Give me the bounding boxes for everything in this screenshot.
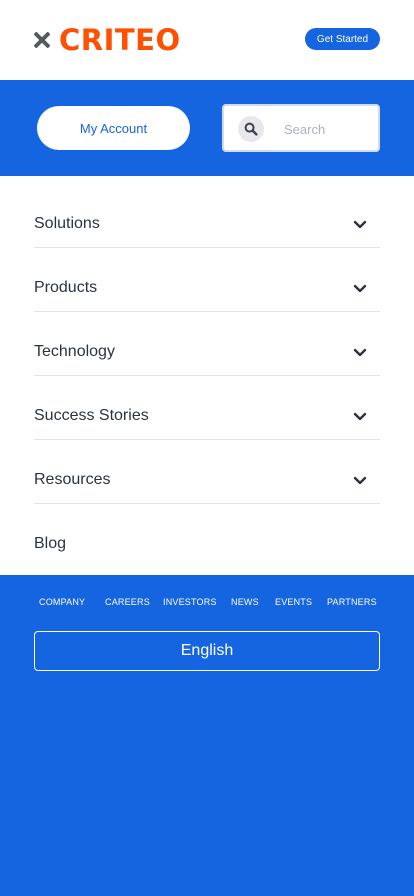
get-started-button[interactable]: Get Started [305, 28, 380, 50]
language-selector[interactable]: English [34, 631, 380, 671]
footer-link-investors[interactable]: INVESTORS [163, 597, 217, 607]
chevron-down-icon[interactable] [353, 282, 367, 296]
criteo-logo[interactable]: CRITEO [59, 23, 181, 57]
top-header: CRITEO Get Started [0, 0, 414, 80]
chevron-down-icon[interactable] [353, 346, 367, 360]
search-box[interactable] [222, 104, 380, 152]
main-menu: Solutions Products Technology Success St… [0, 176, 414, 575]
menu-item-blog[interactable]: Blog [34, 504, 380, 568]
menu-item-solutions[interactable]: Solutions [34, 184, 380, 248]
chevron-down-icon[interactable] [353, 474, 367, 488]
menu-item-label: Resources [34, 471, 111, 488]
footer-links: COMPANY CAREERS INVESTORS NEWS EVENTS PA… [0, 575, 414, 631]
footer-link-news[interactable]: NEWS [231, 597, 259, 607]
footer-link-company[interactable]: COMPANY [39, 597, 85, 607]
footer-link-careers[interactable]: CAREERS [105, 597, 150, 607]
menu-item-label: Blog [34, 535, 67, 552]
chevron-down-icon[interactable] [353, 410, 367, 424]
menu-item-technology[interactable]: Technology [34, 312, 380, 376]
account-search-bar: My Account [0, 80, 414, 176]
menu-item-success-stories[interactable]: Success Stories [34, 376, 380, 440]
menu-item-products[interactable]: Products [34, 248, 380, 312]
menu-item-label: Products [34, 279, 98, 296]
my-account-button[interactable]: My Account [37, 106, 190, 150]
search-input[interactable] [284, 118, 372, 140]
footer-link-events[interactable]: EVENTS [275, 597, 312, 607]
footer-link-partners[interactable]: PARTNERS [327, 597, 377, 607]
menu-item-label: Success Stories [34, 407, 149, 424]
chevron-down-icon[interactable] [353, 218, 367, 232]
menu-item-label: Technology [34, 343, 115, 360]
menu-item-resources[interactable]: Resources [34, 440, 380, 504]
menu-item-label: Solutions [34, 215, 100, 232]
search-icon[interactable] [238, 116, 264, 142]
close-icon[interactable] [33, 31, 51, 49]
